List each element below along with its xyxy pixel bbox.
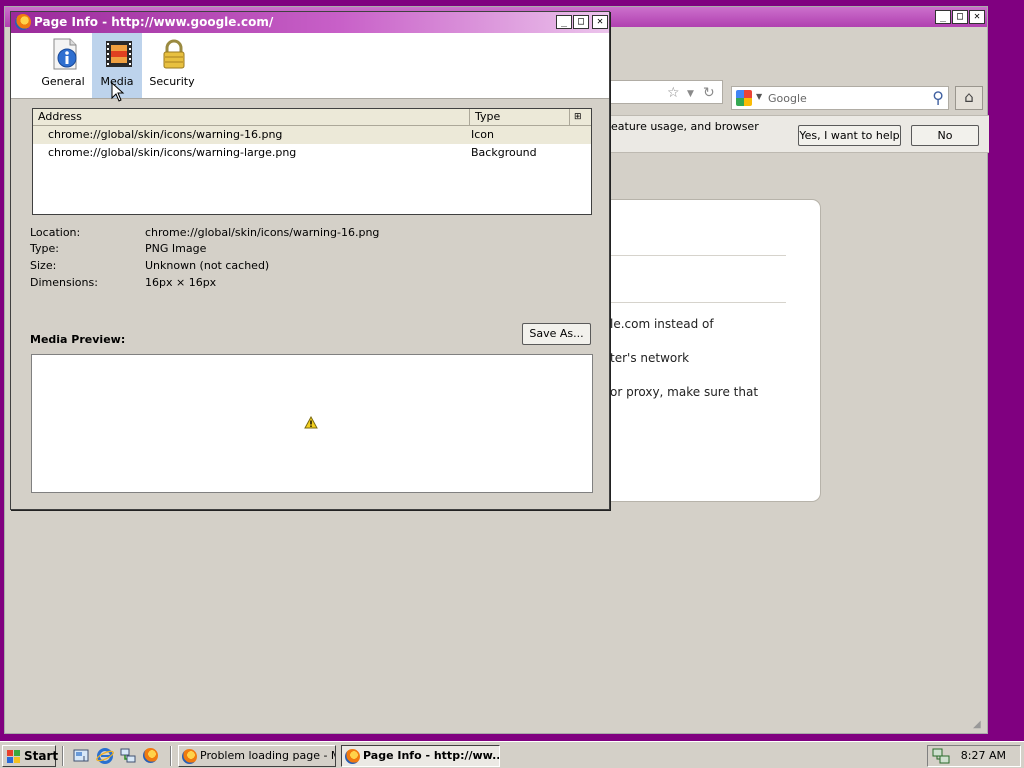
divider [605,255,786,256]
column-header-address[interactable]: Address [33,109,470,125]
media-film-icon [106,41,132,67]
show-desktop-icon[interactable] [72,747,90,765]
location-label: Location: [30,226,81,239]
size-value: Unknown (not cached) [145,259,270,272]
minimize-button[interactable]: _ [556,15,572,29]
resize-grip-icon[interactable]: ◢ [973,719,985,731]
padlock-icon [163,39,185,69]
firefox-icon [15,14,31,30]
taskbar-task-page-info[interactable]: Page Info - http://ww... [341,745,500,767]
type-value: PNG Image [145,242,207,255]
google-engine-icon[interactable] [736,90,752,106]
column-header-type[interactable]: Type [470,109,570,125]
dimensions-label: Dimensions: [30,276,98,289]
tab-security-label: Security [149,75,195,88]
media-preview-area [31,354,593,493]
firefox-quicklaunch-icon[interactable] [143,748,158,763]
task-label: Problem loading page - M... [200,749,336,762]
network-connections-icon[interactable] [119,747,137,765]
search-icon[interactable]: ⚲ [932,88,944,107]
divider [605,302,786,303]
yes-help-button[interactable]: Yes, I want to help [798,125,901,146]
url-dropdown-icon[interactable]: ▼ [687,89,694,99]
home-icon: ⌂ [964,88,974,106]
table-row[interactable]: chrome://global/skin/icons/warning-16.pn… [33,126,591,144]
page-info-dialog: Page Info - http://www.google.com/ _ □ ✕… [10,11,610,510]
clock[interactable]: 8:27 AM [961,746,1006,766]
tab-general-label: General [41,75,85,88]
media-table[interactable]: Address Type ⊞ chrome://global/skin/icon… [32,108,592,215]
cell-address: chrome://global/skin/icons/warning-large… [48,146,297,159]
dimensions-value: 16px × 16px [145,276,217,289]
bookmark-star-icon[interactable]: ☆ [667,85,680,101]
dialog-toolbar: General Media Security [11,33,609,99]
close-button[interactable]: ✕ [969,10,985,24]
no-button[interactable]: No [911,125,979,146]
warning-icon [304,416,318,429]
tab-security[interactable]: Security [147,33,197,98]
save-as-button[interactable]: Save As... [522,323,591,345]
error-page-box: le.com instead of ter's network or proxy… [605,199,821,502]
tab-general[interactable]: General [38,33,88,98]
firefox-icon [345,749,360,764]
error-text-line: ter's network [610,351,690,365]
notification-text: eature usage, and browser [611,120,759,133]
mouse-cursor-icon [111,82,125,102]
taskbar-task-problem-loading[interactable]: Problem loading page - M... [178,745,336,767]
task-label: Page Info - http://ww... [363,749,500,762]
maximize-button[interactable]: □ [573,15,589,29]
location-value: chrome://global/skin/icons/warning-16.pn… [145,226,380,239]
table-header: Address Type ⊞ [33,109,591,126]
error-text-line: le.com instead of [610,317,714,331]
dialog-titlebar[interactable]: Page Info - http://www.google.com/ _ □ ✕ [11,12,609,33]
notification-bar: eature usage, and browser Yes, I want to… [605,115,989,153]
background-window-controls: _ □ ✕ [935,10,985,24]
info-icon [53,38,77,70]
engine-dropdown-icon[interactable]: ▼ [756,92,762,101]
maximize-button[interactable]: □ [952,10,968,24]
type-label: Type: [30,242,59,255]
cell-type: Icon [471,128,494,141]
windows-logo-icon [7,750,20,763]
taskbar-separator [170,746,172,766]
start-label: Start [24,749,59,763]
home-button[interactable]: ⌂ [955,86,983,110]
network-tray-icon[interactable] [932,748,950,764]
media-preview-label: Media Preview: [30,333,126,346]
reload-icon[interactable]: ↻ [703,85,715,101]
column-picker-icon[interactable]: ⊞ [570,109,591,125]
internet-explorer-icon[interactable] [96,747,114,765]
close-button[interactable]: ✕ [592,15,608,29]
dialog-window-controls: _ □ ✕ [556,15,608,29]
size-label: Size: [30,259,57,272]
cell-address: chrome://global/skin/icons/warning-16.pn… [48,128,283,141]
search-box[interactable]: ▼ Google ⚲ [731,86,949,110]
minimize-button[interactable]: _ [935,10,951,24]
search-placeholder: Google [768,92,807,105]
dialog-title: Page Info - http://www.google.com/ [34,15,274,29]
taskbar-separator [62,746,64,766]
table-row[interactable]: chrome://global/skin/icons/warning-large… [33,144,591,162]
cell-type: Background [471,146,537,159]
start-button[interactable]: Start [2,745,59,767]
url-bar[interactable]: ☆ ▼ ↻ [605,80,723,104]
firefox-icon [182,749,197,764]
system-tray: 8:27 AM [927,745,1021,767]
taskbar: Start Problem loading page - M... Page I… [0,741,1024,768]
error-text-line: or proxy, make sure that [610,385,759,399]
